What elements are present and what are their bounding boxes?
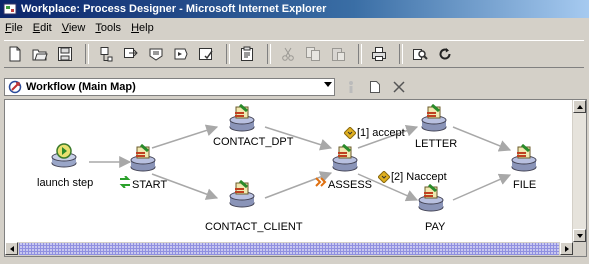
accept-condition-label: [1] accept xyxy=(357,127,405,139)
scroll-up-button[interactable] xyxy=(573,100,586,113)
properties-icon xyxy=(241,46,253,61)
toolbar-separator xyxy=(226,44,230,64)
route-icon xyxy=(124,48,138,58)
menu-bar: File Edit View Tools Help xyxy=(0,20,589,36)
component-icon xyxy=(174,48,188,60)
arrow-down-icon xyxy=(576,233,583,238)
arrow-right-icon xyxy=(564,245,569,252)
open-icon xyxy=(32,49,48,61)
start-label: START xyxy=(132,179,168,191)
cut-icon xyxy=(282,47,294,61)
arrow-up-icon xyxy=(576,104,583,109)
window-title: Workplace: Process Designer - Microsoft … xyxy=(21,3,327,15)
menu-tools[interactable]: Tools xyxy=(90,22,126,34)
toolbar-separator xyxy=(358,44,362,64)
map-actions xyxy=(341,78,413,96)
save-button[interactable] xyxy=(54,43,76,65)
print-button[interactable] xyxy=(368,43,390,65)
horizontal-scroll-track[interactable] xyxy=(19,243,559,255)
workflow-icon xyxy=(8,80,22,94)
cut-button[interactable] xyxy=(277,43,299,65)
scrollbar-corner xyxy=(573,242,586,256)
accept-condition-icon xyxy=(344,127,356,139)
pay-step-icon[interactable] xyxy=(417,184,445,212)
validate-button[interactable] xyxy=(195,43,217,65)
refresh-button[interactable] xyxy=(434,43,456,65)
menu-help[interactable]: Help xyxy=(126,22,159,34)
file-step-icon[interactable] xyxy=(510,144,538,172)
toolbar-separator xyxy=(85,44,89,64)
title-bar: Workplace: Process Designer - Microsoft … xyxy=(0,0,589,18)
submap-button[interactable] xyxy=(145,43,167,65)
horizontal-scrollbar[interactable] xyxy=(5,242,573,256)
zoom-icon xyxy=(413,49,428,60)
toolbar xyxy=(4,40,584,68)
paste-button[interactable] xyxy=(327,43,349,65)
map-info-button[interactable] xyxy=(341,78,361,96)
close-icon xyxy=(393,81,405,93)
assess-step-icon[interactable] xyxy=(331,144,359,172)
launch-step-label: launch step xyxy=(37,177,94,189)
menu-edit[interactable]: Edit xyxy=(28,22,57,34)
map-select-value: Workflow (Main Map) xyxy=(26,81,136,93)
scroll-left-button[interactable] xyxy=(5,242,18,255)
menu-file[interactable]: File xyxy=(0,22,28,34)
document-icon xyxy=(370,81,380,93)
scroll-right-button[interactable] xyxy=(560,242,573,255)
refresh-icon xyxy=(439,48,451,60)
copy-button[interactable] xyxy=(302,43,324,65)
naccept-condition-icon xyxy=(378,171,390,183)
toolbar-separator xyxy=(267,44,271,64)
component-button[interactable] xyxy=(170,43,192,65)
step-icon xyxy=(100,47,113,62)
toolbar-separator xyxy=(399,44,403,64)
contact-dpt-step-icon[interactable] xyxy=(228,104,256,132)
map-select[interactable]: Workflow (Main Map) xyxy=(4,78,335,96)
browser-window: Workplace: Process Designer - Microsoft … xyxy=(0,0,589,264)
letter-step-icon[interactable] xyxy=(420,104,448,132)
new-button[interactable] xyxy=(4,43,26,65)
zoom-button[interactable] xyxy=(409,43,431,65)
vertical-scrollbar[interactable] xyxy=(572,100,586,242)
diagram-frame: launch step START CONTACT_DPT CONTACT_CL… xyxy=(4,99,587,257)
contact-client-step-icon[interactable] xyxy=(228,180,256,208)
scroll-down-button[interactable] xyxy=(573,229,586,242)
start-marker-icon xyxy=(119,176,131,188)
menu-view[interactable]: View xyxy=(57,22,91,34)
letter-label: LETTER xyxy=(415,138,458,150)
print-icon xyxy=(372,47,386,61)
validate-icon xyxy=(199,48,213,60)
chevron-down-icon[interactable] xyxy=(324,82,332,87)
paste-icon xyxy=(332,48,345,61)
contact-dpt-label: CONTACT_DPT xyxy=(213,136,294,148)
map-bar: Workflow (Main Map) xyxy=(4,76,585,98)
route-button[interactable] xyxy=(120,43,142,65)
status-strip xyxy=(0,259,589,264)
open-button[interactable] xyxy=(29,43,51,65)
pay-label: PAY xyxy=(425,221,446,233)
assess-marker-icon xyxy=(315,177,327,187)
copy-icon xyxy=(306,47,320,61)
save-icon xyxy=(58,47,72,61)
launch-step-icon[interactable] xyxy=(49,142,79,168)
naccept-condition-label: [2] Naccept xyxy=(391,171,447,183)
properties-button[interactable] xyxy=(236,43,258,65)
app-icon xyxy=(3,3,17,15)
step-button[interactable] xyxy=(95,43,117,65)
map-info-icon xyxy=(349,81,353,93)
new-map-button[interactable] xyxy=(365,78,385,96)
submap-icon xyxy=(149,48,163,61)
edge-start-contact-dpt[interactable] xyxy=(151,124,219,149)
new-icon xyxy=(9,46,21,62)
delete-map-button[interactable] xyxy=(389,78,409,96)
contact-client-label: CONTACT_CLIENT xyxy=(205,221,303,233)
start-step-icon[interactable] xyxy=(129,144,157,172)
file-label: FILE xyxy=(513,179,537,191)
edge-letter-file[interactable] xyxy=(452,126,512,152)
arrow-left-icon xyxy=(9,245,14,252)
workflow-canvas[interactable]: launch step START CONTACT_DPT CONTACT_CL… xyxy=(5,100,573,242)
assess-label: ASSESS xyxy=(328,179,373,191)
edge-pay-file[interactable] xyxy=(452,173,512,201)
